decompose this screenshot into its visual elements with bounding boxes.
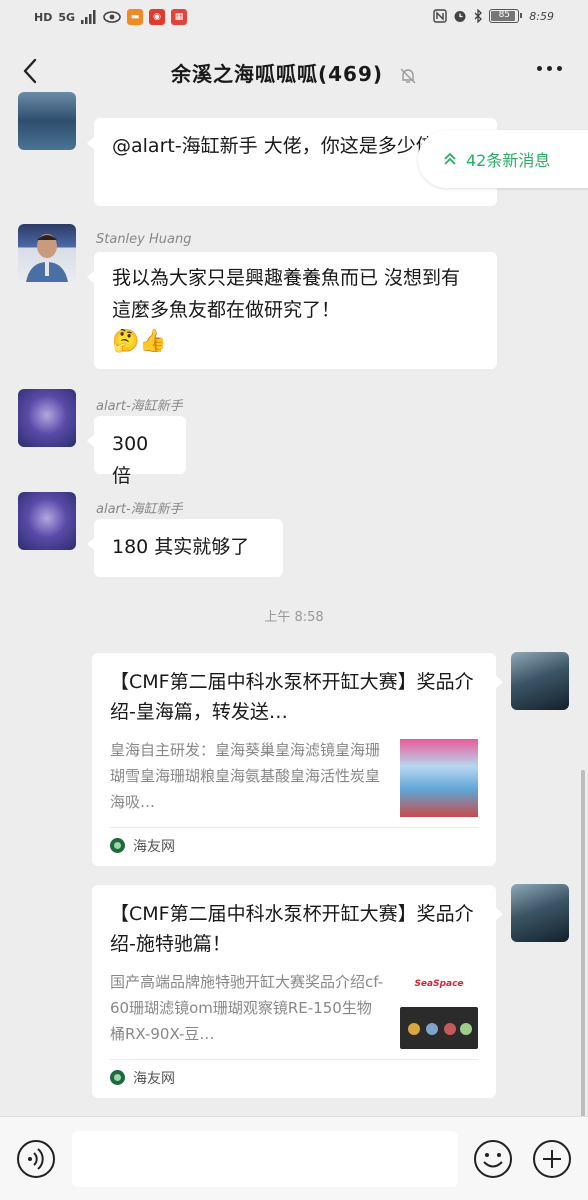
chat-header: 余溪之海呱呱呱(469) (0, 36, 588, 106)
source-logo-icon (110, 838, 125, 853)
source-logo-icon (110, 1070, 125, 1085)
card-source: 海友网 (110, 1059, 478, 1095)
thumbnail-brand-text: SeaSpace (414, 979, 464, 989)
link-card[interactable]: 【CMF第二届中科水泵杯开缸大赛】奖品介绍-皇海篇，转发送… 皇海自主研发：皇海… (92, 653, 503, 866)
timestamp: 上午 8:58 (264, 610, 324, 625)
app-icon-red: ◉ (149, 9, 166, 25)
link-card[interactable]: 【CMF第二届中科水泵杯开缸大赛】奖品介绍-施特驰篇！ 国产高端品牌施特驰开缸大… (92, 885, 503, 1098)
avatar[interactable] (18, 224, 76, 282)
message-text: 180 其实就够了 (112, 536, 250, 558)
avatar[interactable] (511, 884, 569, 942)
sender-name: alart-海缸新手 (96, 399, 183, 414)
input-bar (0, 1116, 588, 1200)
more-options-button[interactable] (537, 66, 562, 71)
sender-name: alart-海缸新手 (96, 502, 183, 517)
message-text: 300 倍 (112, 433, 149, 487)
eye-icon (103, 11, 121, 23)
avatar[interactable] (18, 389, 76, 447)
avatar[interactable] (511, 652, 569, 710)
avatar[interactable] (18, 492, 76, 550)
card-description: 皇海自主研发：皇海葵巢皇海滤镜皇海珊瑚雪皇海珊瑚粮皇海氨基酸皇海活性炭皇海吸… (110, 741, 381, 811)
message-text: 我以為大家只是興趣養養魚而已 沒想到有這麼多魚友都在做研究了！ (112, 267, 461, 321)
status-time: 8:59 (529, 9, 554, 23)
card-thumbnail (400, 739, 478, 817)
new-messages-label: 42条新消息 (466, 151, 551, 170)
card-title: 【CMF第二届中科水泵杯开缸大赛】奖品介绍-皇海篇，转发送… (110, 671, 474, 723)
voice-input-icon[interactable] (16, 1139, 56, 1179)
message-input[interactable] (72, 1131, 458, 1187)
message-bubble[interactable]: 180 其实就够了 (87, 519, 283, 577)
card-description: 国产高端品牌施特驰开缸大赛奖品介绍cf-60珊瑚滤镜om珊瑚观察镜RE-150生… (110, 973, 384, 1043)
chat-title: 余溪之海呱呱呱(469) (0, 58, 588, 87)
signal-icon (81, 10, 96, 24)
card-source: 海友网 (110, 827, 478, 863)
chat-title-text: 余溪之海呱呱呱(469) (171, 62, 384, 86)
status-bar: HD 5G ▬ ◉ ▦ 85 8:59 (0, 0, 588, 36)
avatar[interactable] (18, 92, 76, 150)
nfc-icon (433, 9, 447, 23)
alarm-icon (454, 11, 466, 22)
plus-icon[interactable] (532, 1139, 572, 1179)
bluetooth-icon (474, 9, 483, 23)
card-source-name: 海友网 (133, 1070, 175, 1087)
mute-bell-icon (400, 68, 416, 83)
app-icon-orange: ▬ (127, 9, 144, 25)
card-source-name: 海友网 (133, 838, 175, 855)
card-title: 【CMF第二届中科水泵杯开缸大赛】奖品介绍-施特驰篇！ (110, 903, 474, 955)
network-indicator: 5G (58, 10, 76, 24)
hd-indicator: HD (34, 10, 53, 24)
message-bubble[interactable]: 我以為大家只是興趣養養魚而已 沒想到有這麼多魚友都在做研究了！ 🤔👍 (87, 252, 497, 369)
emoji-icon[interactable] (473, 1139, 513, 1179)
battery-icon: 85 (489, 9, 523, 23)
sender-name: Stanley Huang (96, 232, 192, 247)
card-thumbnail: SeaSpace (400, 971, 478, 1049)
message-bubble[interactable]: 300 倍 (87, 416, 186, 487)
app-icon-badge: ▦ (171, 9, 188, 25)
double-chevron-up-icon (444, 152, 456, 165)
scrollbar[interactable] (581, 770, 585, 1120)
message-emoji: 🤔👍 (112, 329, 167, 354)
new-messages-button[interactable]: 42条新消息 (418, 130, 588, 188)
